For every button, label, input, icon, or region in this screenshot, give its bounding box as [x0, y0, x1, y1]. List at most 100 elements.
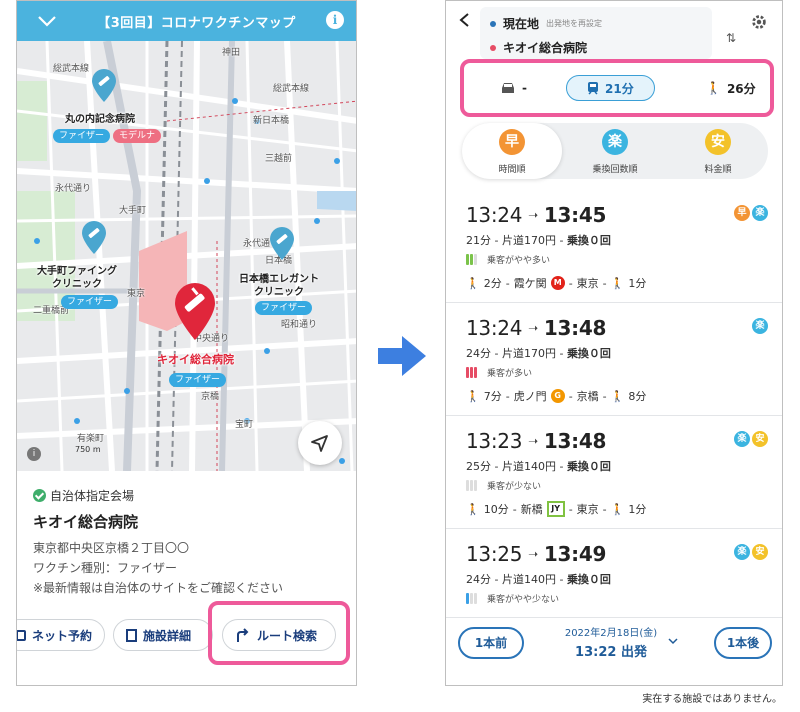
vaccine-pin-icon[interactable]	[269, 227, 295, 261]
info-icon[interactable]: i	[326, 11, 344, 29]
arrow-right-icon: ➝	[528, 321, 538, 335]
map-label: 昭和通り	[281, 320, 318, 330]
sort-by-time-tab[interactable]: 早 時間順	[462, 123, 562, 179]
map-label: 新日本橋	[253, 116, 290, 126]
destination-dot-icon	[490, 44, 496, 51]
arrow-right-icon: ➝	[528, 434, 538, 448]
sort-by-transfers-tab[interactable]: 楽 乗換回数順	[565, 123, 665, 179]
cheap-icon: 安	[705, 129, 731, 155]
next-train-button[interactable]: 1本後	[714, 627, 772, 659]
crowd-level: 乗客が多い	[466, 366, 532, 379]
route-path: 🚶 7分 - 虎ノ門 G - 京橋 - 🚶 8分	[466, 389, 647, 403]
vaccine-chip-moderna: モデルナ	[113, 129, 162, 143]
vaccine-pin-icon[interactable]	[91, 69, 117, 103]
disclaimer-caption: 実在する施設ではありません。	[642, 694, 782, 705]
time-navigation-footer: 1本前 2022年2月18日(金) 13:22 出発 1本後	[446, 617, 782, 685]
walking-person-icon: 🚶	[610, 276, 625, 290]
fast-icon: 早	[499, 129, 525, 155]
vaccine-chip-pfizer: ファイザー	[53, 129, 111, 143]
route-meta: 21分 - 片道170円 - 乗換０回	[466, 234, 611, 247]
facility-address: 東京都中央区京橋２丁目〇〇	[33, 541, 190, 555]
map-label: 東京	[127, 289, 146, 299]
facility-detail-sheet: 自治体指定会場 キオイ総合病院 東京都中央区京橋２丁目〇〇 ワクチン種別：ファイ…	[17, 471, 356, 685]
subway-line-icon: M	[550, 276, 565, 290]
route-badge-icon: 安	[752, 431, 768, 447]
map-label: 宝町	[235, 420, 254, 430]
facility-details-button[interactable]: 施設詳細	[113, 619, 213, 651]
vaccine-map-screen: 【3回目】コロナワクチンマップ i 神田 新日本橋 三越前 大手町 東京 二重橋…	[16, 0, 357, 686]
map-label: 神田	[222, 48, 241, 58]
map-scale: 750 m	[75, 445, 101, 454]
chevron-down-icon[interactable]	[668, 636, 678, 646]
sort-by-fare-tab[interactable]: 安 料金順	[668, 123, 768, 179]
crowd-bars-icon	[466, 480, 477, 491]
route-path: 🚶 2分 - 霞ケ関 M - 東京 - 🚶 1分	[466, 276, 647, 290]
departure-time-selector[interactable]: 2022年2月18日(金) 13:22 出発	[556, 624, 666, 660]
vaccine-chip-pfizer: ファイザー	[169, 373, 227, 387]
route-badge-icon: 安	[752, 544, 768, 560]
crowd-bars-icon	[466, 254, 477, 265]
map-label: 総武本線	[273, 84, 310, 94]
crowd-bars-icon	[466, 593, 477, 604]
route-result-card[interactable]: 13:24 ➝ 13:48 楽 24分 - 片道170円 - 乗換０回 乗客が多い …	[446, 304, 782, 416]
route-badge-icon: 楽	[752, 205, 768, 221]
route-path: 🚶 10分 - 新橋 JY - 東京 - 🚶 1分	[466, 501, 647, 517]
selected-vaccine-pin-icon[interactable]	[173, 283, 217, 341]
route-badge-icon: 早	[734, 205, 750, 221]
route-result-card[interactable]: 13:24 ➝ 13:45 早楽 21分 - 片道170円 - 乗換０回 乗客がやや…	[446, 191, 782, 303]
mode-bar-highlight	[460, 59, 774, 117]
arrow-right-icon: ➝	[528, 208, 538, 222]
facility-name: キオイ総合病院	[33, 513, 139, 531]
map-label: 有楽町	[77, 434, 105, 444]
route-meta: 24分 - 片道140円 - 乗換０回	[466, 573, 611, 586]
route-result-card[interactable]: 13:23 ➝ 13:48 楽安 25分 - 片道140円 - 乗換０回 乗客が少な…	[446, 417, 782, 529]
back-chevron-icon[interactable]	[458, 13, 472, 27]
vaccine-chip-pfizer: ファイザー	[61, 295, 119, 309]
route-badge-icon: 楽	[752, 318, 768, 334]
facility-note: ※最新情報は自治体のサイトをご確認ください	[33, 581, 284, 595]
map-header: 【3回目】コロナワクチンマップ i	[17, 1, 356, 41]
jy-line-icon: JY	[546, 501, 565, 517]
gear-icon[interactable]	[750, 13, 768, 31]
map-roads	[17, 41, 356, 471]
route-times: 13:24 ➝ 13:48	[466, 316, 607, 340]
map-title: 【3回目】コロナワクチンマップ	[97, 16, 296, 31]
vaccine-pin-icon[interactable]	[81, 221, 107, 255]
crowd-level: 乗客が少ない	[466, 479, 541, 492]
destination-row[interactable]: キオイ総合病院	[490, 39, 587, 56]
subway-line-icon: G	[550, 389, 565, 403]
previous-train-button[interactable]: 1本前	[458, 627, 524, 659]
online-reservation-button[interactable]: ネット予約	[17, 619, 105, 651]
map-label: 大手町	[119, 206, 147, 216]
route-meta: 24分 - 片道170円 - 乗換０回	[466, 347, 611, 360]
route-badges: 早楽	[734, 205, 768, 221]
sort-tabs: 早 時間順 楽 乗換回数順 安 料金順	[462, 123, 768, 179]
route-results-screen: 現在地 出発地を再設定 キオイ総合病院 ⇅ - 21分 🚶 26分 早 時間順 …	[445, 0, 783, 686]
route-meta: 25分 - 片道140円 - 乗換０回	[466, 460, 611, 473]
route-times: 13:23 ➝ 13:48	[466, 429, 607, 453]
hospital-name[interactable]: 丸の内記念病院	[65, 113, 135, 126]
route-badges: 楽	[752, 318, 768, 334]
route-badges: 楽安	[734, 431, 768, 447]
swap-icon[interactable]: ⇅	[726, 31, 736, 45]
hospital-name[interactable]: 大手町ファイング クリニック	[37, 265, 117, 291]
current-location-button[interactable]	[298, 421, 342, 465]
chevron-down-icon[interactable]	[35, 9, 59, 33]
selected-hospital-name[interactable]: キオイ総合病院	[157, 353, 234, 366]
map-view[interactable]: 神田 新日本橋 三越前 大手町 東京 二重橋前 日本橋 京橋 宝町 有楽町 総武…	[17, 41, 356, 471]
walking-person-icon: 🚶	[466, 389, 480, 403]
route-badge-icon: 楽	[734, 544, 750, 560]
crowd-bars-icon	[466, 367, 477, 378]
map-label: 三越前	[265, 154, 293, 164]
map-label: 京橋	[201, 392, 220, 402]
map-label: 永代通り	[55, 184, 92, 194]
crowd-level: 乗客がやや多い	[466, 253, 550, 266]
route-times: 13:24 ➝ 13:45	[466, 203, 607, 227]
crowd-level: 乗客がやや少ない	[466, 592, 559, 605]
vaccine-type: ワクチン種別：ファイザー	[33, 561, 178, 575]
origin-row[interactable]: 現在地 出発地を再設定	[490, 15, 602, 32]
route-endpoints[interactable]: 現在地 出発地を再設定 キオイ総合病院	[480, 7, 712, 59]
map-info-icon[interactable]: i	[27, 447, 41, 461]
hospital-name[interactable]: 日本橋エレガント クリニック	[239, 273, 319, 299]
map-label: 総武本線	[53, 64, 90, 74]
